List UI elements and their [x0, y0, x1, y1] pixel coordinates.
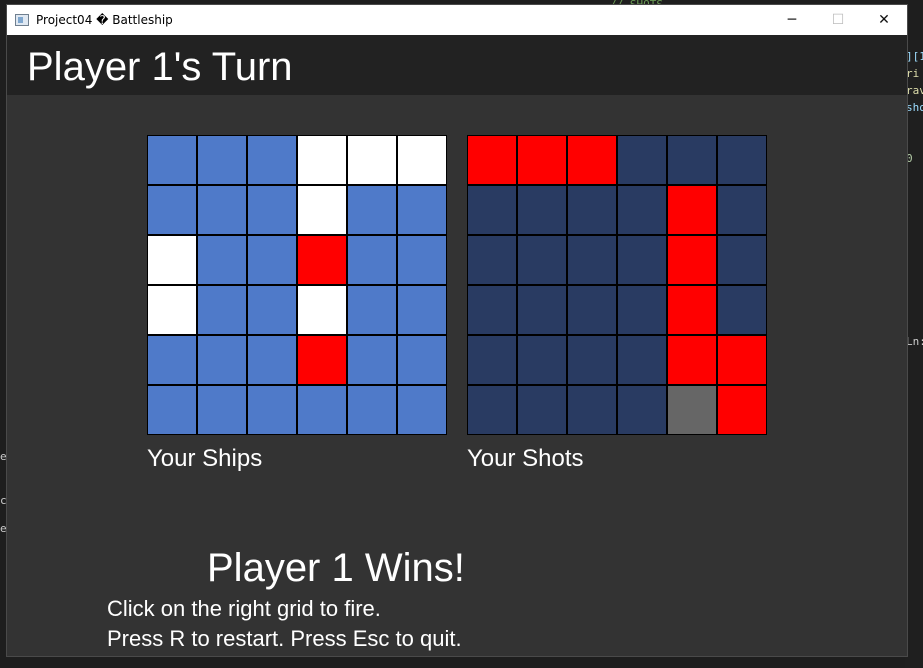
shots-cell-miss[interactable] — [667, 385, 717, 435]
game-window: Project04 � Battleship ─ ☐ ✕ Player 1's … — [7, 5, 907, 656]
ships-cell-empty-own — [297, 285, 347, 335]
shots-cell-unknown[interactable] — [617, 185, 667, 235]
background-code-line: rav — [906, 84, 923, 97]
background-left-fragment: c — [0, 494, 7, 507]
maximize-button[interactable]: ☐ — [815, 5, 861, 35]
shots-cell-unknown[interactable] — [617, 135, 667, 185]
ships-cell-ship — [247, 385, 297, 435]
ships-cell-ship — [397, 235, 447, 285]
shots-cell-hit[interactable] — [667, 335, 717, 385]
app-window-icon — [15, 14, 29, 26]
ships-cell-ship — [147, 135, 197, 185]
ships-cell-ship — [197, 285, 247, 335]
ships-cell-ship — [397, 285, 447, 335]
shots-cell-unknown[interactable] — [567, 185, 617, 235]
ships-cell-ship — [197, 235, 247, 285]
shots-cell-unknown[interactable] — [667, 135, 717, 185]
ships-cell-ship — [397, 185, 447, 235]
shots-cell-hit[interactable] — [567, 135, 617, 185]
minimize-button[interactable]: ─ — [769, 5, 815, 35]
shots-cell-unknown[interactable] — [517, 285, 567, 335]
shots-cell-unknown[interactable] — [617, 335, 667, 385]
ships-cell-ship — [147, 185, 197, 235]
background-code-line: ri — [906, 67, 920, 80]
ships-cell-ship — [247, 185, 297, 235]
ships-cell-ship — [197, 385, 247, 435]
shots-cell-hit[interactable] — [667, 185, 717, 235]
shots-cell-unknown[interactable] — [517, 235, 567, 285]
ships-cell-ship — [347, 235, 397, 285]
shots-cell-hit[interactable] — [667, 285, 717, 335]
shots-cell-unknown[interactable] — [567, 335, 617, 385]
ships-cell-ship — [247, 135, 297, 185]
shots-cell-unknown[interactable] — [467, 385, 517, 435]
shots-cell-unknown[interactable] — [617, 235, 667, 285]
background-editor-right-strip — [905, 40, 923, 668]
shots-cell-unknown[interactable] — [467, 185, 517, 235]
ships-cell-ship — [147, 335, 197, 385]
ships-cell-ship — [247, 335, 297, 385]
ships-cell-ship — [347, 285, 397, 335]
shots-cell-hit[interactable] — [717, 385, 767, 435]
ships-cell-empty-own — [297, 135, 347, 185]
ships-cell-ship — [297, 385, 347, 435]
background-code-line: ][1 — [906, 50, 923, 63]
ships-cell-ship — [347, 385, 397, 435]
ships-cell-ship — [197, 335, 247, 385]
ships-cell-hit — [297, 335, 347, 385]
shots-cell-unknown[interactable] — [717, 185, 767, 235]
shots-cell-unknown[interactable] — [717, 135, 767, 185]
ships-cell-ship — [397, 385, 447, 435]
shots-cell-unknown[interactable] — [617, 385, 667, 435]
ships-cell-ship — [247, 285, 297, 335]
window-controls: ─ ☐ ✕ — [769, 5, 907, 35]
ships-cell-ship — [247, 235, 297, 285]
shots-cell-unknown[interactable] — [567, 235, 617, 285]
shots-cell-unknown[interactable] — [467, 285, 517, 335]
your-shots-label: Your Shots — [467, 445, 584, 472]
shots-cell-unknown[interactable] — [517, 335, 567, 385]
background-status-ln: Ln: — [906, 335, 923, 348]
ships-cell-ship — [347, 335, 397, 385]
keys-instruction: Press R to restart. Press Esc to quit. — [107, 626, 462, 651]
shots-cell-unknown[interactable] — [467, 235, 517, 285]
ships-cell-hit — [297, 235, 347, 285]
ships-cell-ship — [347, 185, 397, 235]
shots-cell-unknown[interactable] — [717, 235, 767, 285]
your-ships-label: Your Ships — [147, 445, 263, 472]
shots-cell-unknown[interactable] — [717, 285, 767, 335]
shots-cell-unknown[interactable] — [567, 285, 617, 335]
window-title: Project04 � Battleship — [36, 13, 173, 27]
ships-cell-empty-own — [397, 135, 447, 185]
shots-cell-hit[interactable] — [517, 135, 567, 185]
shots-cell-hit[interactable] — [717, 335, 767, 385]
winner-message: Player 1 Wins! — [207, 546, 465, 590]
ships-cell-empty-own — [147, 235, 197, 285]
shots-cell-unknown[interactable] — [517, 185, 567, 235]
window-titlebar[interactable]: Project04 � Battleship ─ ☐ ✕ — [7, 5, 907, 35]
shots-cell-hit[interactable] — [467, 135, 517, 185]
turn-title: Player 1's Turn — [27, 45, 293, 89]
shots-cell-unknown[interactable] — [467, 335, 517, 385]
ships-cell-ship — [197, 185, 247, 235]
shots-cell-unknown[interactable] — [517, 385, 567, 435]
ships-cell-ship — [147, 385, 197, 435]
shots-cell-unknown[interactable] — [567, 385, 617, 435]
your-ships-grid — [147, 135, 447, 435]
shots-cell-hit[interactable] — [667, 235, 717, 285]
close-button[interactable]: ✕ — [861, 5, 907, 35]
ships-cell-empty-own — [147, 285, 197, 335]
background-code-line: sho — [906, 101, 923, 114]
ships-cell-empty-own — [297, 185, 347, 235]
fire-instruction: Click on the right grid to fire. — [107, 596, 381, 621]
shots-cell-unknown[interactable] — [617, 285, 667, 335]
ships-cell-ship — [397, 335, 447, 385]
ships-cell-ship — [197, 135, 247, 185]
ships-cell-empty-own — [347, 135, 397, 185]
your-shots-grid[interactable] — [467, 135, 767, 435]
